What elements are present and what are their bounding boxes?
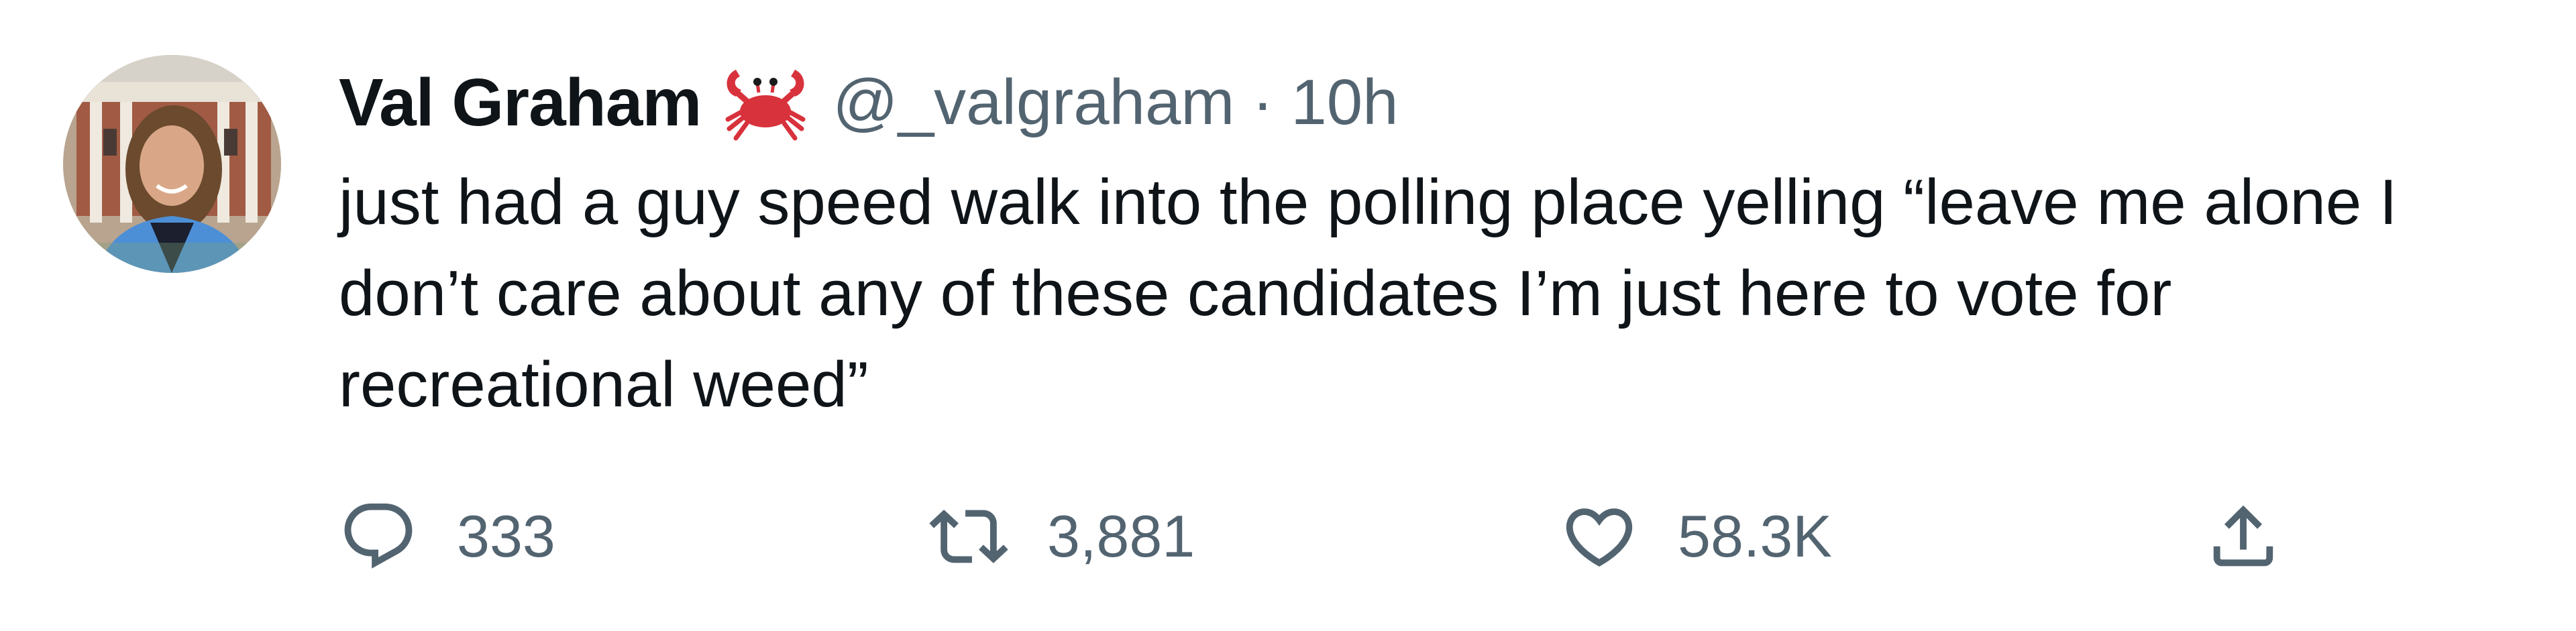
avatar-image	[63, 55, 281, 273]
reply-icon	[339, 497, 418, 576]
like-button[interactable]: 58.3K	[1560, 493, 1832, 580]
like-icon	[1560, 497, 1639, 576]
share-button[interactable]	[2204, 493, 2283, 580]
tweet-text: just had a guy speed walk into the polli…	[339, 166, 2398, 420]
share-icon	[2204, 497, 2283, 576]
like-count: 58.3K	[1678, 503, 1832, 569]
tweet-timestamp[interactable]: 10h	[1291, 66, 1398, 139]
reply-button[interactable]: 333	[339, 493, 555, 580]
retweet-icon	[929, 497, 1008, 576]
reply-count: 333	[457, 503, 555, 569]
author-name[interactable]: Val Graham	[339, 64, 702, 141]
author-handle[interactable]: @_valgraham	[833, 66, 1234, 139]
tweet-content: Val Graham @_valgraham · 10h just had a …	[339, 52, 2539, 431]
retweet-button[interactable]: 3,881	[929, 493, 1195, 580]
avatar[interactable]	[63, 55, 281, 273]
tweet-header: Val Graham @_valgraham · 10h	[339, 52, 2539, 153]
retweet-count: 3,881	[1047, 503, 1195, 569]
separator-dot: ·	[1252, 66, 1274, 138]
tweet[interactable]: Val Graham @_valgraham · 10h just had a …	[0, 0, 2576, 631]
tweet-actions: 333 3,881 58.3K	[339, 493, 2351, 580]
crab-emoji-icon	[721, 63, 810, 142]
